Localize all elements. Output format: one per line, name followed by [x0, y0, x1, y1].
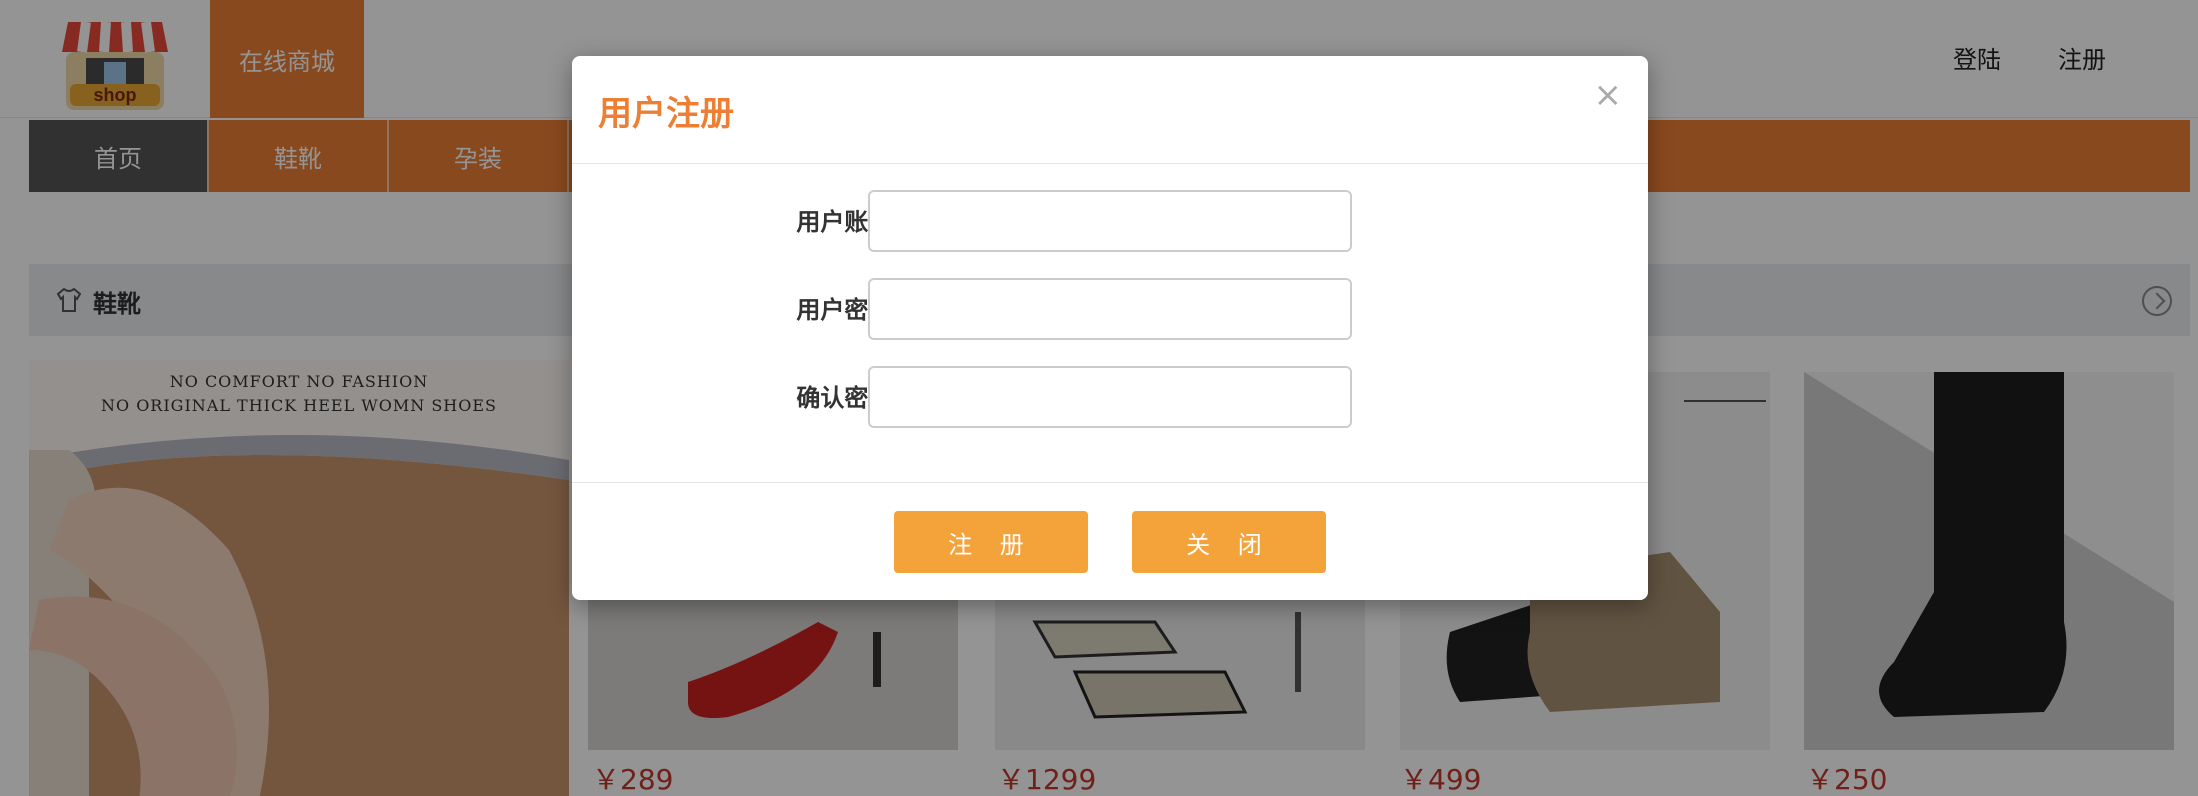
- register-modal: 用户注册 × 用户账号: 用户密码: 确认密码: 注 册 关 闭: [572, 56, 1648, 600]
- modal-footer: 注 册 关 闭: [572, 482, 1648, 600]
- form-row-confirm-password: 确认密码:: [572, 366, 1648, 428]
- close-icon[interactable]: ×: [1594, 78, 1623, 112]
- password-input[interactable]: [868, 278, 1352, 340]
- form-row-account: 用户账号:: [572, 190, 1648, 252]
- form-row-password: 用户密码:: [572, 278, 1648, 340]
- account-input[interactable]: [868, 190, 1352, 252]
- register-button[interactable]: 注 册: [894, 511, 1088, 573]
- modal-header: 用户注册 ×: [572, 56, 1648, 164]
- confirm-password-input[interactable]: [868, 366, 1352, 428]
- modal-title: 用户注册: [598, 94, 734, 134]
- close-button[interactable]: 关 闭: [1132, 511, 1326, 573]
